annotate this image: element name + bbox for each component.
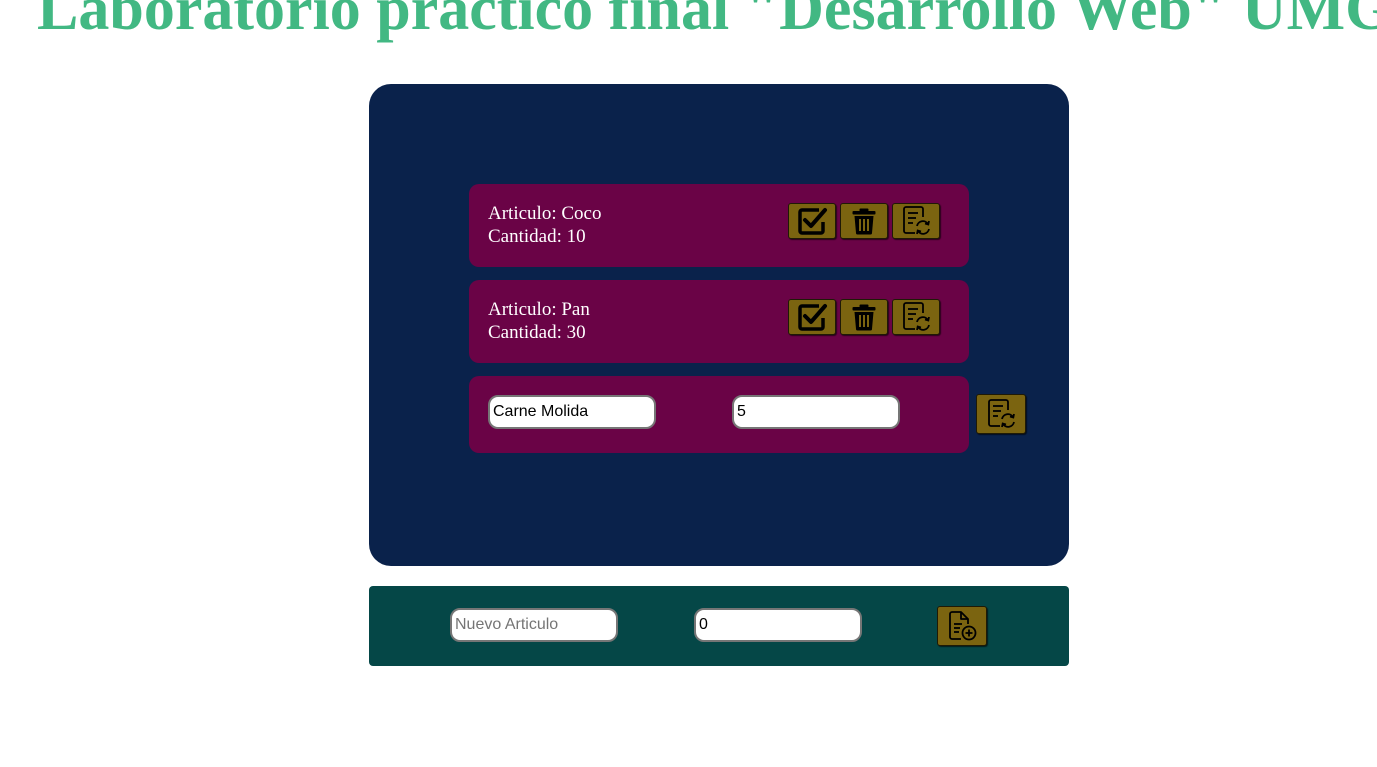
edit-item-row	[469, 376, 969, 453]
item-actions	[788, 203, 940, 239]
document-refresh-icon	[900, 301, 932, 333]
trash-icon	[851, 303, 877, 331]
item-text: Articulo: Pan Cantidad: 30	[488, 298, 590, 344]
list-item: Articulo: Pan Cantidad: 30	[469, 280, 969, 363]
edit-button[interactable]	[892, 203, 940, 239]
item-article-label: Articulo: Pan	[488, 299, 590, 320]
add-item-form	[369, 586, 1069, 666]
complete-button[interactable]	[788, 203, 836, 239]
trash-icon	[851, 207, 877, 235]
document-add-icon	[947, 610, 977, 642]
delete-button[interactable]	[840, 203, 888, 239]
edit-quantity-input[interactable]	[732, 395, 900, 429]
document-refresh-icon	[985, 398, 1017, 430]
item-actions	[788, 299, 940, 335]
new-article-input[interactable]	[450, 608, 618, 642]
list-item: Articulo: Coco Cantidad: 10	[469, 184, 969, 267]
new-quantity-input[interactable]	[694, 608, 862, 642]
check-square-icon	[796, 205, 828, 237]
delete-button[interactable]	[840, 299, 888, 335]
item-text: Articulo: Coco Cantidad: 10	[488, 202, 601, 248]
complete-button[interactable]	[788, 299, 836, 335]
edit-article-input[interactable]	[488, 395, 656, 429]
document-refresh-icon	[900, 205, 932, 237]
save-edit-button[interactable]	[976, 394, 1026, 434]
add-item-button[interactable]	[937, 606, 987, 646]
edit-button[interactable]	[892, 299, 940, 335]
item-quantity-label: Cantidad: 10	[488, 226, 586, 247]
item-quantity-label: Cantidad: 30	[488, 322, 586, 343]
todo-panel: Articulo: Coco Cantidad: 10 Articulo: Pa…	[369, 84, 1069, 566]
check-square-icon	[796, 301, 828, 333]
page-title: Laboratorio practico final "Desarrollo W…	[37, 0, 1377, 43]
item-article-label: Articulo: Coco	[488, 203, 602, 224]
